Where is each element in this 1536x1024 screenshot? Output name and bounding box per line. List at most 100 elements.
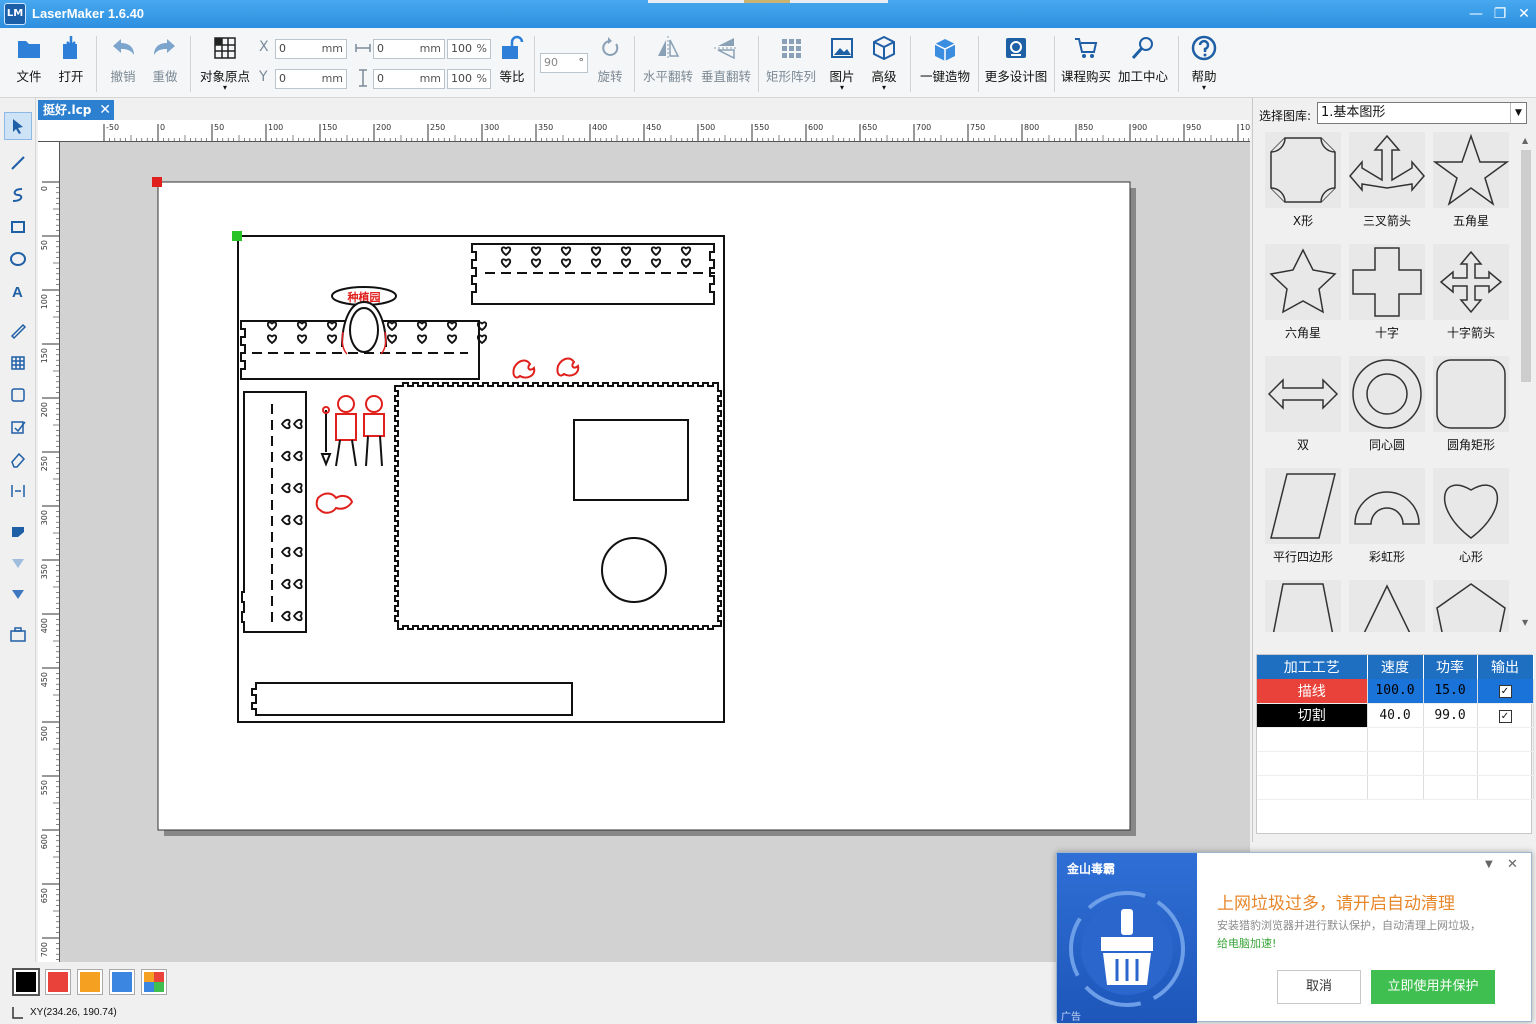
height-input[interactable]: 0 mm [373, 69, 445, 89]
maximize-button[interactable]: ❐ [1490, 4, 1510, 24]
shape-item[interactable] [1432, 132, 1510, 208]
shape-item[interactable] [1433, 580, 1509, 632]
axis-icon [12, 1007, 23, 1019]
ruler-tick-label: 450 [40, 672, 49, 687]
shape-item[interactable] [1265, 580, 1341, 632]
trim-tool[interactable] [4, 582, 32, 610]
fill-tool[interactable] [4, 518, 32, 546]
popup-confirm-button[interactable]: 立即使用并保护 [1371, 970, 1495, 1004]
frame-icon [11, 388, 25, 402]
shape-item[interactable] [1265, 244, 1341, 320]
width-input[interactable]: 0 mm [373, 39, 445, 59]
minimize-button[interactable]: — [1466, 4, 1486, 24]
shape-item[interactable] [1265, 356, 1341, 432]
shape-item[interactable] [1433, 356, 1509, 432]
canvas-area[interactable]: 种植园 [60, 142, 1250, 962]
edit-node-tool[interactable] [4, 414, 32, 442]
weld-icon [12, 559, 24, 568]
layer-name[interactable]: 描线 [1257, 679, 1368, 704]
line-tool[interactable] [4, 150, 32, 178]
x-input[interactable]: 0 mm [275, 39, 347, 59]
broom-clean-icon [1069, 891, 1185, 1007]
color-swatch-black[interactable] [12, 968, 40, 996]
library-select[interactable]: 1.基本图形 ▼ [1317, 102, 1527, 124]
library-scrollbar[interactable]: ▲ ▼ [1518, 134, 1534, 632]
eraser-tool[interactable] [4, 446, 32, 474]
app-logo: LM [4, 3, 26, 25]
shape-item[interactable] [1349, 580, 1425, 632]
shape-item[interactable] [1433, 468, 1509, 544]
rect-array-button[interactable]: 矩形阵列 [762, 34, 820, 85]
shape-item[interactable] [1349, 356, 1425, 432]
image-button[interactable]: 图片 ▾ [824, 34, 860, 92]
course-buy-button[interactable]: 课程购买 [1058, 34, 1114, 85]
table-row[interactable]: 描线 100.0 15.0 ✓ [1257, 679, 1534, 704]
library-label: 选择图库: [1259, 109, 1312, 123]
ellipse-tool[interactable] [4, 246, 32, 274]
y-input[interactable]: 0 mm [275, 69, 347, 89]
heart-icon [1444, 484, 1498, 539]
rotate-angle-input[interactable]: 90 ° [540, 53, 588, 73]
advanced-button[interactable]: 高级 ▾ [866, 34, 902, 92]
shape-item[interactable] [1433, 244, 1509, 320]
open-button[interactable]: 打开 [52, 34, 90, 85]
table-tool[interactable] [4, 350, 32, 378]
layer-speed[interactable]: 100.0 [1367, 679, 1424, 704]
color-swatch-red[interactable] [45, 969, 71, 995]
color-swatch-blue[interactable] [109, 969, 135, 995]
shape-item[interactable] [1349, 132, 1425, 208]
rectangle-tool[interactable] [4, 214, 32, 242]
popup-menu-icon[interactable]: ▼ [1485, 859, 1493, 870]
height-percent-input[interactable]: 100% [447, 69, 491, 89]
layer-name[interactable]: 切割 [1257, 703, 1368, 728]
frame-tool[interactable] [4, 382, 32, 410]
process-center-button[interactable]: 加工中心 [1114, 34, 1172, 85]
design-canvas[interactable]: 种植园 [60, 142, 1250, 962]
text-tool[interactable]: A [4, 278, 32, 306]
undo-button[interactable]: 撤销 [104, 34, 142, 85]
document-close-icon[interactable]: ✕ [99, 100, 111, 120]
measure-tool[interactable] [4, 318, 32, 346]
shape-item[interactable] [1265, 132, 1341, 208]
select-tool[interactable] [4, 112, 32, 140]
bucket-icon [12, 527, 24, 537]
object-origin-button[interactable]: 对象原点 ▾ [196, 34, 254, 92]
more-designs-button[interactable]: 更多设计图 [982, 34, 1050, 85]
star5-icon [1432, 133, 1510, 206]
layer-power[interactable]: 99.0 [1423, 703, 1478, 728]
curve-tool[interactable] [4, 182, 32, 210]
popup-description: 安装猎豹浏览器并进行默认保护，自动清理上网垃圾， 给电脑加速! [1217, 919, 1481, 950]
output-checkbox[interactable]: ✓ [1498, 709, 1512, 723]
text-icon: A [12, 284, 23, 301]
document-tab[interactable]: 挺好.lcp ✕ [38, 100, 114, 120]
shape-item[interactable] [1349, 244, 1425, 320]
rotate-button[interactable]: 旋转 [592, 34, 628, 85]
color-swatch-more[interactable] [141, 969, 167, 995]
popup-brand: 金山毒霸 [1067, 862, 1116, 876]
layer-power[interactable]: 15.0 [1423, 679, 1478, 704]
flip-vertical-button[interactable]: 垂直翻转 [698, 34, 754, 85]
close-button[interactable]: ✕ [1514, 4, 1534, 24]
toolbox-tool[interactable] [4, 622, 32, 650]
popup-cancel-button[interactable]: 取消 [1277, 970, 1361, 1004]
advanced-label: 高级 [871, 69, 897, 84]
shape-item[interactable] [1349, 468, 1425, 544]
color-swatch-orange[interactable] [77, 969, 103, 995]
redo-button[interactable]: 重做 [146, 34, 184, 85]
ruler-tick-label: 50 [214, 123, 224, 132]
proportional-button[interactable]: 等比 [496, 34, 528, 85]
weld-tool[interactable] [4, 550, 32, 578]
width-percent-input[interactable]: 100% [447, 39, 491, 59]
help-button[interactable]: 帮助 ▾ [1184, 34, 1224, 92]
output-checkbox[interactable]: ✓ [1498, 685, 1512, 699]
layer-speed[interactable]: 40.0 [1367, 703, 1424, 728]
table-row[interactable]: 切割 40.0 99.0 ✓ [1257, 703, 1534, 728]
file-button[interactable]: 文件 [10, 34, 48, 85]
align-tool[interactable] [4, 478, 32, 506]
selection-handle[interactable] [232, 231, 242, 241]
flip-horizontal-button[interactable]: 水平翻转 [640, 34, 696, 85]
popup-close-icon[interactable]: ✕ [1507, 857, 1518, 872]
shape-item[interactable] [1265, 468, 1341, 544]
one-click-button[interactable]: 一键造物 [916, 34, 974, 85]
scrollbar-thumb[interactable] [1521, 150, 1531, 382]
